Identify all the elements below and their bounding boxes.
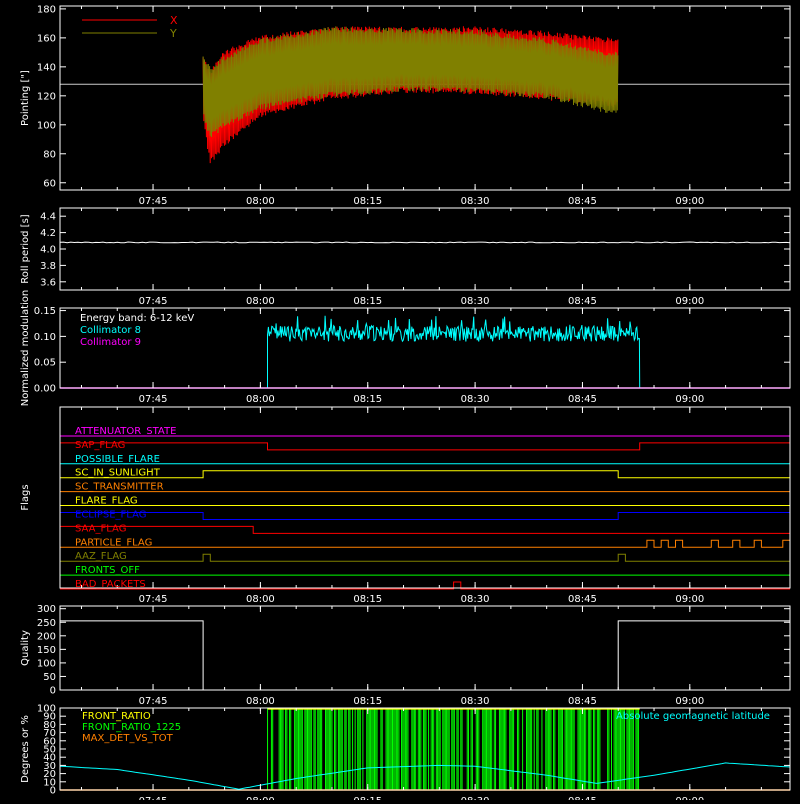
y-axis-label: Flags [20,484,31,510]
y-tick-label: 140 [37,62,56,73]
x-tick-label: 08:15 [353,296,382,307]
x-tick-label: 08:30 [461,196,490,207]
x-tick-label: 08:00 [246,696,275,707]
x-tick-label: 08:30 [461,594,490,605]
x-tick-label: 07:45 [139,696,168,707]
x-tick-label: 08:45 [568,296,597,307]
x-tick-label: 08:45 [568,696,597,707]
y-tick-label: 3.8 [40,261,56,272]
flag-label: FRONTS_OFF [75,565,140,576]
y-tick-label: 100 [37,658,56,669]
geomag-latitude-label: Absolute geomagnetic latitude [616,711,770,722]
y-tick-label: 100 [37,704,56,715]
x-tick-label: 07:45 [139,394,168,405]
x-tick-label: 08:15 [353,594,382,605]
y-tick-label: 120 [37,91,56,102]
y-tick-label: 0.10 [34,332,56,343]
x-tick-label: 07:45 [139,594,168,605]
flag-label: PARTICLE_FLAG [75,537,152,548]
flag-label: POSSIBLE_FLARE [75,454,160,465]
flag-label: SC_IN_SUNLIGHT [75,468,161,479]
y-tick-label: 250 [37,618,56,629]
flag-label: SAA_FLAG [75,523,126,534]
x-tick-label: 09:00 [675,696,704,707]
y-tick-label: 0.00 [34,384,56,395]
y-tick-label: 80 [43,149,56,160]
x-tick-label: 09:00 [675,594,704,605]
x-tick-label: 07:45 [139,296,168,307]
y-tick-label: 150 [37,645,56,656]
x-tick-label: 08:30 [461,394,490,405]
x-tick-label: 08:00 [246,296,275,307]
x-tick-label: 09:00 [675,394,704,405]
y-tick-label: 50 [43,672,56,683]
energy-band-annotation: Energy band: 6-12 keV [80,313,194,324]
legend-front-ratio-1225: FRONT_RATIO_1225 [82,722,181,733]
y-axis-label: Normalized modulation [20,290,31,407]
flag-label: SC_TRANSMITTER [75,482,164,493]
flag-label: FLARE_FLAG [75,496,138,507]
x-tick-label: 08:00 [246,394,275,405]
x-tick-label: 08:15 [353,196,382,207]
x-tick-label: 08:00 [246,594,275,605]
legend-collimator8: Collimator 8 [80,325,141,336]
y-tick-label: 160 [37,33,56,44]
monitoring-chart: 07:45 08:00 08:15 08:30 08:45 09:00 Pointing [… [0,0,800,804]
y-axis-label: Roll period [s] [20,214,31,283]
y-tick-label: 0 [50,686,56,697]
x-tick-label: 09:00 [675,296,704,307]
y-tick-label: 3.6 [40,277,56,288]
flag-label: ECLIPSE_FLAG [75,509,146,520]
x-tick-label: 08:45 [568,394,597,405]
x-tick-label: 07:45 [139,196,168,207]
x-tick-label: 08:45 [568,196,597,207]
x-tick-label: 08:00 [246,796,275,800]
x-tick-label: 08:15 [353,394,382,405]
legend-max-det: MAX_DET_VS_TOT [82,733,174,744]
y-tick-label: 4.0 [40,245,56,256]
y-axis-label: Quality [20,630,31,666]
x-tick-label: 08:00 [246,196,275,207]
flag-label: BAD_PACKETS [75,579,146,590]
x-tick-label: 08:45 [568,594,597,605]
flag-label: ATTENUATOR_STATE [75,426,176,437]
x-tick-label: 08:30 [461,296,490,307]
y-tick-label: 4.4 [40,212,56,223]
x-tick-label: 09:00 [675,796,704,800]
y-tick-label: 4.2 [40,228,56,239]
x-tick-label: 07:45 [139,796,168,800]
y-tick-label: 0.15 [34,306,56,317]
y-tick-label: 300 [37,604,56,615]
legend-label-X: X [170,14,178,27]
flag-label: SAP_FLAG [75,440,125,451]
y-axis-label: Pointing ["] [20,70,31,126]
y-tick-label: 100 [37,120,56,131]
y-axis-label: Degrees or % [20,715,31,783]
x-tick-label: 08:30 [461,696,490,707]
x-tick-label: 08:15 [353,696,382,707]
x-tick-label: 08:45 [568,796,597,800]
legend-label-Y: Y [169,27,177,40]
legend-front-ratio: FRONT_RATIO [82,711,151,722]
x-tick-label: 08:15 [353,796,382,800]
y-tick-label: 180 [37,4,56,15]
flag-label: AAZ_FLAG [75,551,127,562]
y-tick-label: 0.05 [34,358,56,369]
x-tick-label: 08:30 [461,796,490,800]
y-tick-label: 200 [37,631,56,642]
y-tick-label: 60 [43,178,56,189]
legend-collimator9: Collimator 9 [80,337,141,348]
x-tick-label: 09:00 [675,196,704,207]
